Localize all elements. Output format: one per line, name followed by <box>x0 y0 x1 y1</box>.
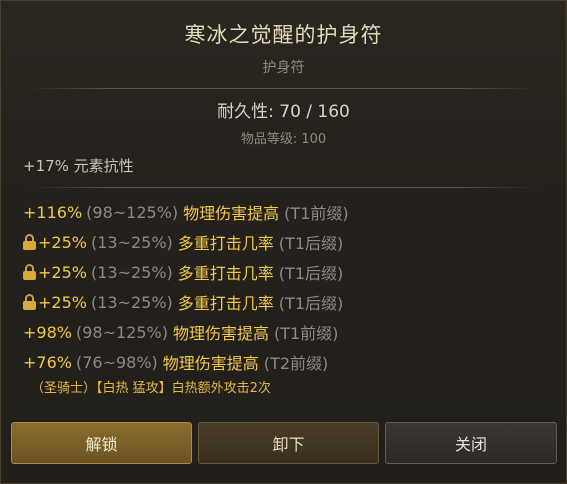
affix-name: 物理伤害提高 <box>183 204 280 223</box>
affix-value: +25% <box>38 232 87 252</box>
unlock-button[interactable]: 解锁 <box>11 422 192 464</box>
affix-name: 物理伤害提高 <box>162 354 259 373</box>
affix-row: +76% (76~98%) 物理伤害提高 (T2前缀) <box>23 350 328 374</box>
item-name: 寒冰之觉醒的护身符 <box>184 23 383 47</box>
divider <box>29 187 538 188</box>
item-type: 护身符 <box>262 60 305 76</box>
affix-tier: (T2前缀) <box>263 354 329 373</box>
affix-name: 物理伤害提高 <box>172 324 269 343</box>
divider <box>29 88 538 89</box>
affix-row: +25% (13~25%) 多重打击几率 (T1后缀) <box>23 290 343 314</box>
durability-text: 耐久性: 70 / 160 <box>217 102 350 122</box>
unequip-button[interactable]: 卸下 <box>198 422 379 464</box>
affix-range: (98~125%) <box>86 202 179 222</box>
affix-range: (76~98%) <box>75 352 158 372</box>
affix-range: (98~125%) <box>75 322 168 342</box>
class-skill-bonus: （圣骑士）【白热 猛攻】白热额外攻击2次 <box>31 381 271 396</box>
lock-icon <box>23 234 36 250</box>
affix-value: +98% <box>23 322 72 342</box>
affix-row: +98% (98~125%) 物理伤害提高 (T1前缀) <box>23 320 338 344</box>
affix-range: (13~25%) <box>90 262 173 282</box>
affix-row: +116% (98~125%) 物理伤害提高 (T1前缀) <box>23 200 349 224</box>
affix-tier: (T1后缀) <box>278 294 344 313</box>
affix-value: +25% <box>38 262 87 282</box>
affix-value: +116% <box>23 202 83 222</box>
affix-name: 多重打击几率 <box>177 264 274 283</box>
affix-range: (13~25%) <box>90 292 173 312</box>
affix-tier: (T1前缀) <box>273 324 339 343</box>
affix-value: +25% <box>38 292 87 312</box>
close-button[interactable]: 关闭 <box>385 422 557 464</box>
implicit-stat: +17% 元素抗性 <box>23 157 134 175</box>
lock-icon <box>23 264 36 280</box>
affix-tier: (T1后缀) <box>278 234 344 253</box>
item-level-text: 物品等级: 100 <box>240 132 327 147</box>
affix-row: +25% (13~25%) 多重打击几率 (T1后缀) <box>23 230 343 254</box>
affix-name: 多重打击几率 <box>177 234 274 253</box>
affix-row: +25% (13~25%) 多重打击几率 (T1后缀) <box>23 260 343 284</box>
affix-tier: (T1前缀) <box>284 204 349 223</box>
affix-range: (13~25%) <box>90 232 173 252</box>
lock-icon <box>23 294 36 310</box>
item-tooltip-panel: 寒冰之觉醒的护身符 护身符 耐久性: 70 / 160 物品等级: 100 +1… <box>0 0 567 484</box>
affix-tier: (T1后缀) <box>278 264 344 283</box>
affix-value: +76% <box>23 352 72 372</box>
affix-name: 多重打击几率 <box>177 294 274 313</box>
